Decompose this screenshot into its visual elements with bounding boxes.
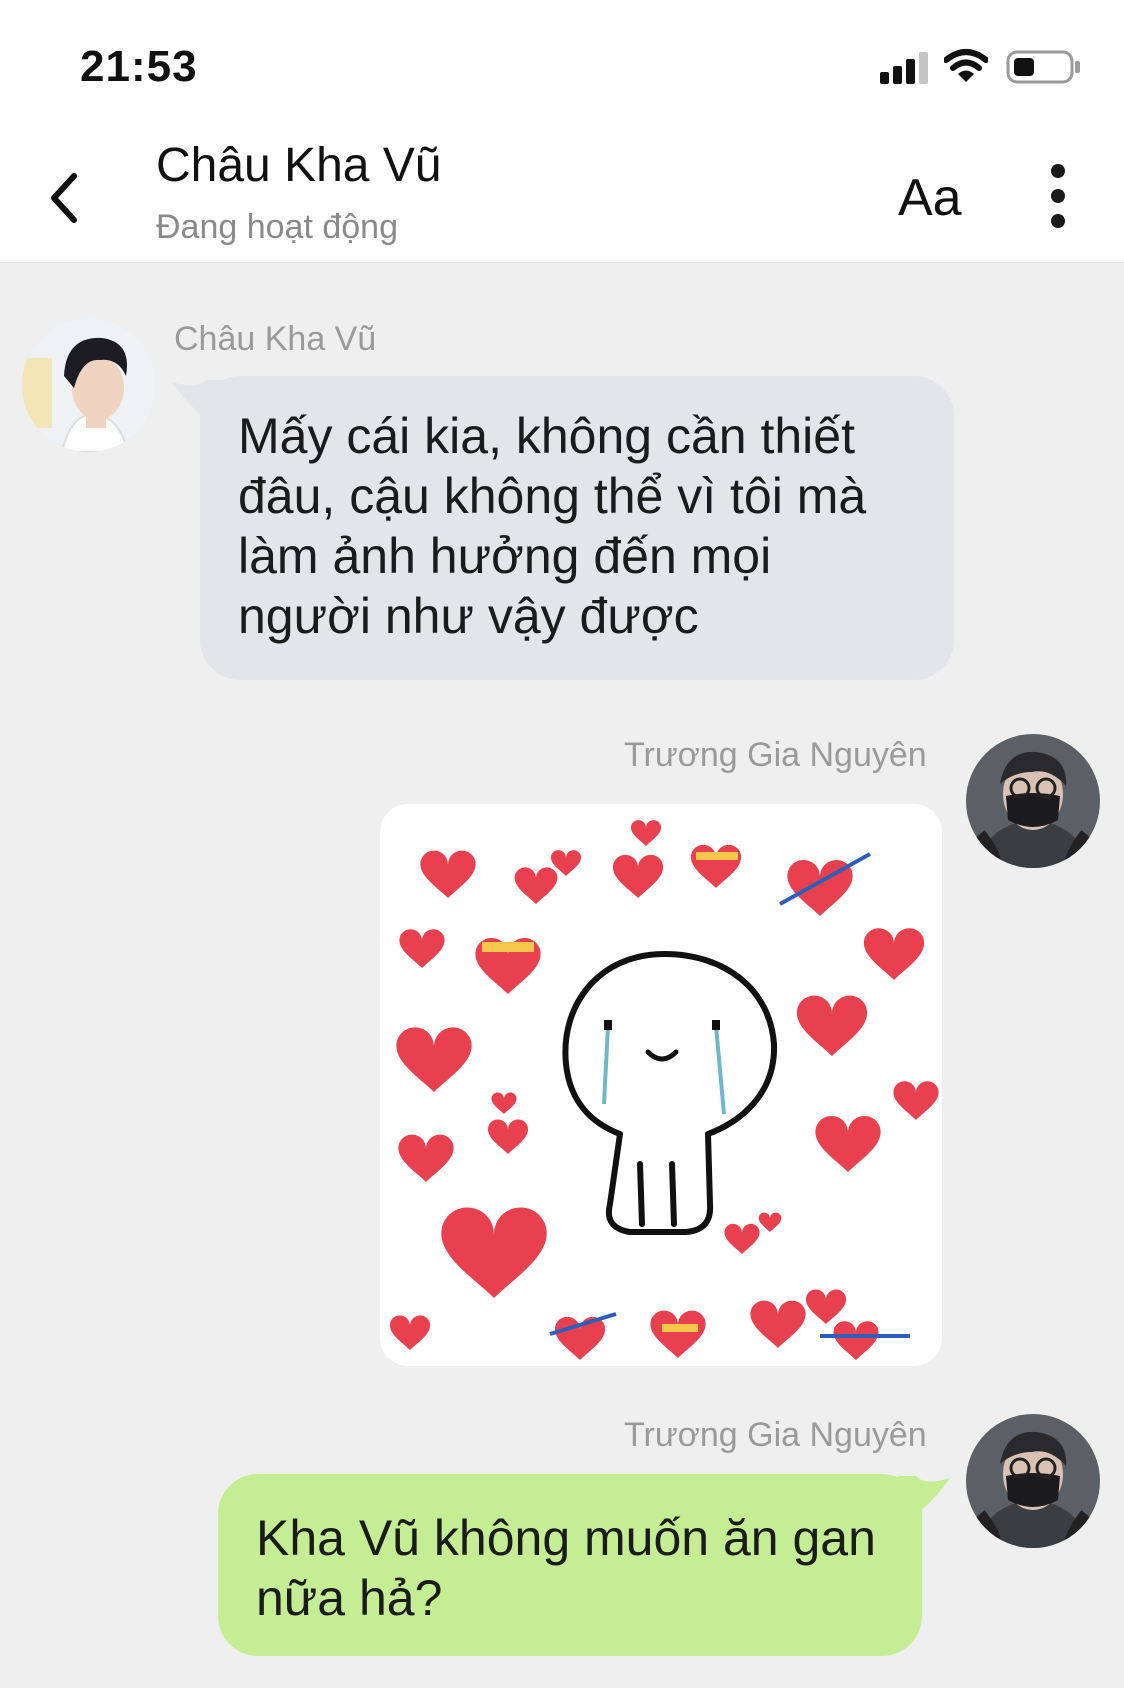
- sender-name: Trương Gia Nguyên: [624, 736, 927, 774]
- contact-name: Châu Kha Vũ: [156, 139, 442, 192]
- person-photo-icon: [966, 1414, 1100, 1548]
- contact-avatar[interactable]: [22, 318, 156, 452]
- wifi-icon: [944, 49, 988, 82]
- user-avatar[interactable]: [966, 1414, 1100, 1548]
- chat-header: Châu Kha Vũ Đang hoạt động Aa: [0, 128, 1124, 263]
- status-bar: 21:53: [0, 0, 1124, 128]
- sender-name: Châu Kha Vũ: [174, 320, 377, 358]
- message-bubble-right[interactable]: Kha Vũ không muốn ăn gan nữa hả?: [218, 1474, 922, 1656]
- cellular-signal-icon: [880, 52, 928, 84]
- vertical-ellipsis-icon[interactable]: [1040, 164, 1076, 236]
- crying-smiley-with-hearts-sticker[interactable]: [380, 804, 942, 1366]
- person-photo-icon: [22, 318, 156, 452]
- battery-icon: [1006, 50, 1080, 84]
- contact-status: Đang hoạt động: [156, 208, 398, 246]
- status-time: 21:53: [80, 42, 198, 91]
- chevron-left-icon[interactable]: [44, 170, 84, 226]
- user-avatar[interactable]: [966, 734, 1100, 868]
- person-photo-icon: [966, 734, 1100, 868]
- sticker-illustration: [389, 820, 939, 1360]
- font-size-button[interactable]: Aa: [898, 168, 962, 228]
- sender-name: Trương Gia Nguyên: [624, 1416, 927, 1454]
- message-bubble-left[interactable]: Mấy cái kia, không cần thiết đâu, cậu kh…: [200, 376, 954, 680]
